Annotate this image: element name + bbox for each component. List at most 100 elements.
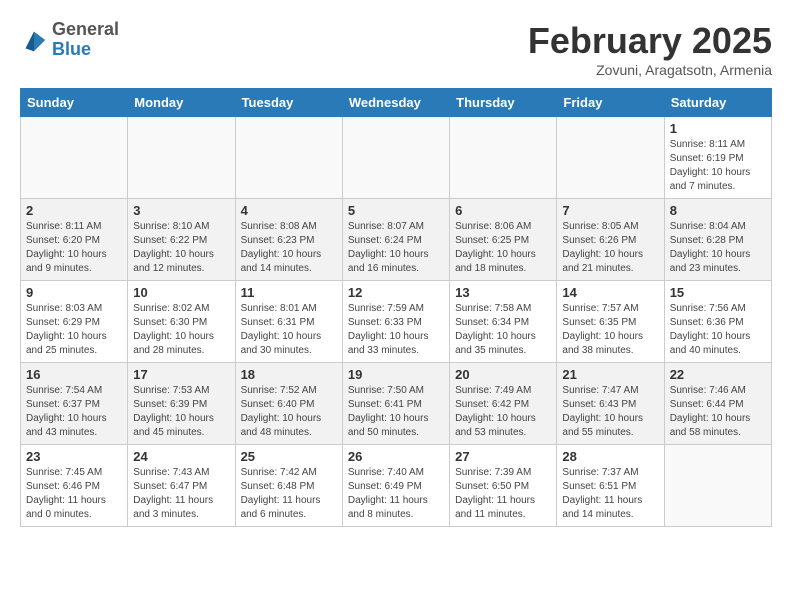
calendar-cell: 24 Sunrise: 7:43 AM Sunset: 6:47 PM Dayli… xyxy=(128,445,235,527)
calendar-cell: 27 Sunrise: 7:39 AM Sunset: 6:50 PM Dayli… xyxy=(450,445,557,527)
calendar: SundayMondayTuesdayWednesdayThursdayFrid… xyxy=(20,88,772,527)
calendar-cell: 15Sunrise: 7:56 AM Sunset: 6:36 PM Dayli… xyxy=(664,281,771,363)
calendar-cell: 18 Sunrise: 7:52 AM Sunset: 6:40 PM Dayli… xyxy=(235,363,342,445)
calendar-cell: 19Sunrise: 7:50 AM Sunset: 6:41 PM Dayli… xyxy=(342,363,449,445)
day-number: 5 xyxy=(348,203,444,218)
day-info: Sunrise: 7:45 AM Sunset: 6:46 PM Dayligh… xyxy=(26,466,122,522)
col-header-sunday: Sunday xyxy=(21,89,128,117)
calendar-cell: 26Sunrise: 7:40 AM Sunset: 6:49 PM Dayli… xyxy=(342,445,449,527)
day-info: Sunrise: 8:07 AM Sunset: 6:24 PM Dayligh… xyxy=(348,220,444,276)
day-number: 27 xyxy=(455,449,551,464)
calendar-week-0: 1 Sunrise: 8:11 AM Sunset: 6:19 PM Daylig… xyxy=(21,117,772,199)
day-number: 14 xyxy=(562,285,658,300)
calendar-cell: 10 Sunrise: 8:02 AM Sunset: 6:30 PM Dayli… xyxy=(128,281,235,363)
calendar-week-3: 16 Sunrise: 7:54 AM Sunset: 6:37 PM Dayli… xyxy=(21,363,772,445)
calendar-cell: 6Sunrise: 8:06 AM Sunset: 6:25 PM Daylig… xyxy=(450,199,557,281)
day-info: Sunrise: 7:42 AM Sunset: 6:48 PM Dayligh… xyxy=(241,466,337,522)
day-info: Sunrise: 8:05 AM Sunset: 6:26 PM Dayligh… xyxy=(562,220,658,276)
day-number: 1 xyxy=(670,121,766,136)
day-number: 3 xyxy=(133,203,229,218)
calendar-cell: 7 Sunrise: 8:05 AM Sunset: 6:26 PM Daylig… xyxy=(557,199,664,281)
calendar-cell: 28 Sunrise: 7:37 AM Sunset: 6:51 PM Dayli… xyxy=(557,445,664,527)
calendar-cell xyxy=(235,117,342,199)
calendar-cell: 22 Sunrise: 7:46 AM Sunset: 6:44 PM Dayli… xyxy=(664,363,771,445)
col-header-friday: Friday xyxy=(557,89,664,117)
calendar-cell: 4Sunrise: 8:08 AM Sunset: 6:23 PM Daylig… xyxy=(235,199,342,281)
day-info: Sunrise: 8:11 AM Sunset: 6:20 PM Dayligh… xyxy=(26,220,122,276)
logo-blue: Blue xyxy=(52,40,119,60)
calendar-cell xyxy=(450,117,557,199)
day-info: Sunrise: 8:01 AM Sunset: 6:31 PM Dayligh… xyxy=(241,302,337,358)
calendar-cell: 14 Sunrise: 7:57 AM Sunset: 6:35 PM Dayli… xyxy=(557,281,664,363)
calendar-cell xyxy=(21,117,128,199)
day-number: 17 xyxy=(133,367,229,382)
day-number: 18 xyxy=(241,367,337,382)
calendar-cell: 25 Sunrise: 7:42 AM Sunset: 6:48 PM Dayli… xyxy=(235,445,342,527)
day-number: 7 xyxy=(562,203,658,218)
calendar-cell: 5 Sunrise: 8:07 AM Sunset: 6:24 PM Daylig… xyxy=(342,199,449,281)
calendar-cell xyxy=(557,117,664,199)
col-header-saturday: Saturday xyxy=(664,89,771,117)
logo-general: General xyxy=(52,20,119,40)
calendar-cell: 9Sunrise: 8:03 AM Sunset: 6:29 PM Daylig… xyxy=(21,281,128,363)
day-number: 8 xyxy=(670,203,766,218)
col-header-wednesday: Wednesday xyxy=(342,89,449,117)
calendar-cell: 23 Sunrise: 7:45 AM Sunset: 6:46 PM Dayli… xyxy=(21,445,128,527)
subtitle: Zovuni, Aragatsotn, Armenia xyxy=(528,62,772,78)
day-number: 23 xyxy=(26,449,122,464)
day-number: 12 xyxy=(348,285,444,300)
calendar-cell xyxy=(128,117,235,199)
calendar-cell: 17 Sunrise: 7:53 AM Sunset: 6:39 PM Dayli… xyxy=(128,363,235,445)
calendar-cell: 2 Sunrise: 8:11 AM Sunset: 6:20 PM Daylig… xyxy=(21,199,128,281)
day-info: Sunrise: 7:49 AM Sunset: 6:42 PM Dayligh… xyxy=(455,384,551,440)
day-number: 22 xyxy=(670,367,766,382)
day-info: Sunrise: 7:43 AM Sunset: 6:47 PM Dayligh… xyxy=(133,466,229,522)
day-number: 24 xyxy=(133,449,229,464)
col-header-thursday: Thursday xyxy=(450,89,557,117)
day-number: 11 xyxy=(241,285,337,300)
day-info: Sunrise: 7:47 AM Sunset: 6:43 PM Dayligh… xyxy=(562,384,658,440)
day-info: Sunrise: 8:02 AM Sunset: 6:30 PM Dayligh… xyxy=(133,302,229,358)
calendar-cell: 12 Sunrise: 7:59 AM Sunset: 6:33 PM Dayli… xyxy=(342,281,449,363)
day-info: Sunrise: 7:53 AM Sunset: 6:39 PM Dayligh… xyxy=(133,384,229,440)
day-number: 16 xyxy=(26,367,122,382)
day-info: Sunrise: 7:56 AM Sunset: 6:36 PM Dayligh… xyxy=(670,302,766,358)
day-info: Sunrise: 7:39 AM Sunset: 6:50 PM Dayligh… xyxy=(455,466,551,522)
header: General Blue February 2025 Zovuni, Araga… xyxy=(20,20,772,78)
calendar-cell: 21 Sunrise: 7:47 AM Sunset: 6:43 PM Dayli… xyxy=(557,363,664,445)
day-number: 9 xyxy=(26,285,122,300)
day-number: 25 xyxy=(241,449,337,464)
day-number: 26 xyxy=(348,449,444,464)
day-number: 21 xyxy=(562,367,658,382)
day-info: Sunrise: 7:59 AM Sunset: 6:33 PM Dayligh… xyxy=(348,302,444,358)
day-number: 20 xyxy=(455,367,551,382)
day-info: Sunrise: 8:11 AM Sunset: 6:19 PM Dayligh… xyxy=(670,138,766,194)
day-info: Sunrise: 8:04 AM Sunset: 6:28 PM Dayligh… xyxy=(670,220,766,276)
calendar-cell: 20 Sunrise: 7:49 AM Sunset: 6:42 PM Dayli… xyxy=(450,363,557,445)
day-number: 19 xyxy=(348,367,444,382)
title-area: February 2025 Zovuni, Aragatsotn, Armeni… xyxy=(528,20,772,78)
col-header-monday: Monday xyxy=(128,89,235,117)
day-number: 2 xyxy=(26,203,122,218)
day-info: Sunrise: 7:46 AM Sunset: 6:44 PM Dayligh… xyxy=(670,384,766,440)
day-info: Sunrise: 7:37 AM Sunset: 6:51 PM Dayligh… xyxy=(562,466,658,522)
day-info: Sunrise: 8:08 AM Sunset: 6:23 PM Dayligh… xyxy=(241,220,337,276)
day-info: Sunrise: 7:54 AM Sunset: 6:37 PM Dayligh… xyxy=(26,384,122,440)
day-number: 10 xyxy=(133,285,229,300)
logo-text: General Blue xyxy=(52,20,119,60)
calendar-cell xyxy=(664,445,771,527)
day-number: 6 xyxy=(455,203,551,218)
calendar-week-2: 9Sunrise: 8:03 AM Sunset: 6:29 PM Daylig… xyxy=(21,281,772,363)
day-info: Sunrise: 7:58 AM Sunset: 6:34 PM Dayligh… xyxy=(455,302,551,358)
day-info: Sunrise: 7:57 AM Sunset: 6:35 PM Dayligh… xyxy=(562,302,658,358)
calendar-cell: 8 Sunrise: 8:04 AM Sunset: 6:28 PM Daylig… xyxy=(664,199,771,281)
calendar-cell: 1 Sunrise: 8:11 AM Sunset: 6:19 PM Daylig… xyxy=(664,117,771,199)
logo-icon xyxy=(20,26,48,54)
calendar-cell xyxy=(342,117,449,199)
month-title: February 2025 xyxy=(528,20,772,62)
calendar-cell: 16 Sunrise: 7:54 AM Sunset: 6:37 PM Dayli… xyxy=(21,363,128,445)
day-number: 28 xyxy=(562,449,658,464)
day-info: Sunrise: 7:52 AM Sunset: 6:40 PM Dayligh… xyxy=(241,384,337,440)
day-info: Sunrise: 8:10 AM Sunset: 6:22 PM Dayligh… xyxy=(133,220,229,276)
logo: General Blue xyxy=(20,20,119,60)
